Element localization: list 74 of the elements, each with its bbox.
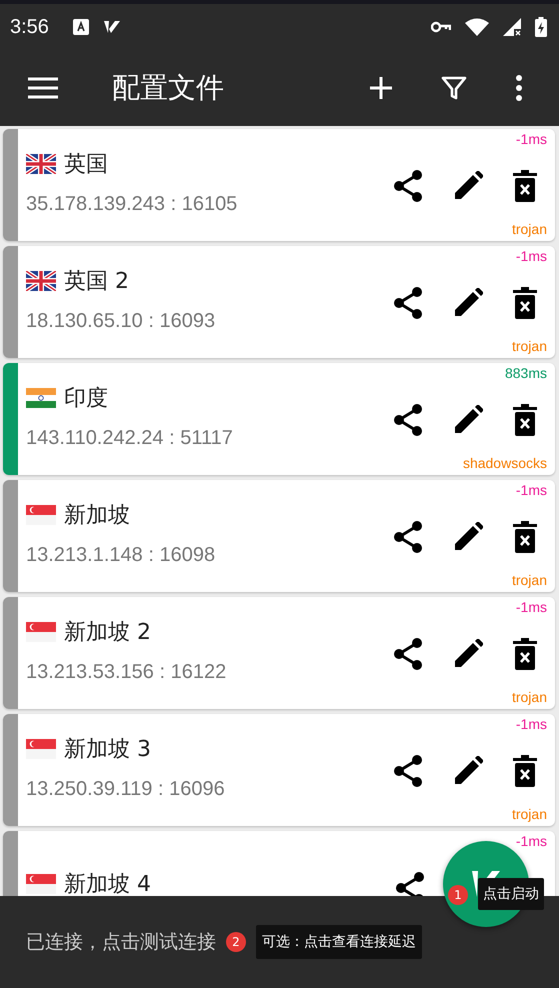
flag-icon [26,738,56,758]
server-card[interactable]: -1ms 新加坡 2 13.213.53.156 : 16122 trojan [3,597,555,709]
server-name: 英国 [64,150,108,178]
delete-icon[interactable] [513,521,537,553]
server-card[interactable]: -1ms 英国 35.178.139.243 : 16105 trojan [3,129,555,241]
server-card[interactable]: -1ms 新加坡 13.213.1.148 : 16098 trojan [3,480,555,592]
wifi-icon [465,18,489,36]
server-card[interactable]: -1ms 新加坡 3 13.250.39.119 : 16096 trojan [3,714,555,826]
add-icon[interactable] [369,76,393,100]
delete-icon[interactable] [513,404,537,436]
server-card[interactable]: -1ms 英国 2 18.130.65.10 : 16093 trojan [3,246,555,358]
screen-title: 配置文件 [112,70,225,106]
protocol-label: trojan [512,572,547,590]
latency-label: 883ms [504,365,547,383]
server-address: 143.110.242.24 : 51117 [26,426,234,450]
latency-label: -1ms [516,599,547,617]
share-icon[interactable] [393,521,423,553]
flag-icon [26,622,56,642]
flag-icon [26,270,56,290]
server-address: 18.130.65.10 : 16093 [26,310,216,332]
flag-icon [26,388,56,408]
flag-icon [26,504,56,524]
filter-icon[interactable] [441,75,467,101]
server-address: 35.178.139.243 : 16105 [26,192,238,216]
protocol-label: trojan [512,689,547,707]
share-icon[interactable] [393,404,423,436]
edit-icon[interactable] [453,756,483,786]
share-icon[interactable] [393,287,423,319]
latency-label: -1ms [516,248,547,266]
signal-icon [503,18,521,36]
server-address: 13.213.53.156 : 16122 [26,660,228,684]
server-name: 印度 [64,384,108,412]
flag-icon [26,874,56,894]
latency-label: -1ms [516,482,547,500]
server-name: 新加坡 4 [64,871,151,896]
keyboard-icon [72,19,89,35]
key-icon [431,21,451,33]
more-icon[interactable] [515,75,523,101]
server-card[interactable]: 883ms 印度 143.110.242.24 : 51117 shadowsocks [3,363,555,475]
server-name: 英国 2 [64,268,129,296]
tooltip: 点击启动 [478,878,544,910]
delete-icon[interactable] [513,287,537,319]
flag-icon [26,154,56,174]
step-badge: 2 [226,932,246,952]
delete-icon[interactable] [513,170,537,202]
server-name: 新加坡 [64,502,130,530]
delete-icon[interactable] [513,638,537,670]
latency-label: -1ms [516,833,547,851]
battery-charging-icon [535,17,547,37]
edit-icon[interactable] [453,288,483,318]
edit-icon[interactable] [453,639,483,669]
protocol-label: trojan [512,221,547,239]
v-logo-icon [102,19,121,35]
menu-icon[interactable] [28,77,58,99]
server-name: 新加坡 3 [64,736,151,764]
protocol-label: shadowsocks [462,455,547,473]
protocol-label: trojan [512,338,547,356]
share-icon[interactable] [393,755,423,787]
clock-time: 3:56 [10,16,49,38]
server-address: 13.250.39.119 : 16096 [26,778,226,800]
tooltip: 可选：点击查看连接延迟 [256,925,422,959]
protocol-label: trojan [512,806,547,824]
share-icon[interactable] [395,872,425,896]
connection-status[interactable]: 已连接，点击测试连接 [26,929,216,955]
latency-label: -1ms [516,131,547,149]
edit-icon[interactable] [453,522,483,552]
share-icon[interactable] [393,170,423,202]
latency-label: -1ms [516,716,547,734]
share-icon[interactable] [393,638,423,670]
server-address: 13.213.1.148 : 16098 [26,544,216,566]
edit-icon[interactable] [453,171,483,201]
edit-icon[interactable] [453,405,483,435]
delete-icon[interactable] [513,755,537,787]
server-name: 新加坡 2 [64,618,151,646]
